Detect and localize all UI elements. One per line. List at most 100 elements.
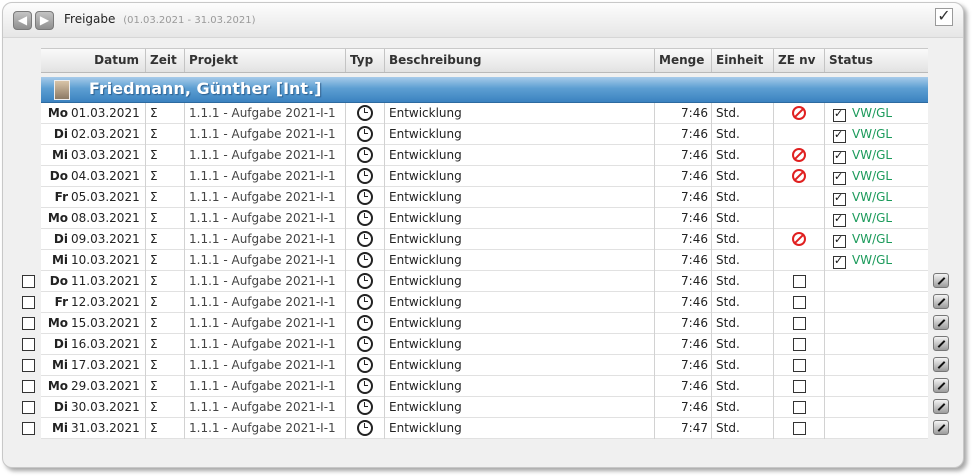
row-select-checkbox[interactable] <box>22 401 35 414</box>
col-status[interactable]: Status <box>824 49 928 72</box>
unit-cell: Std. <box>716 274 740 288</box>
employee-name: Friedmann, Günther [Int.] <box>89 79 322 98</box>
row-select-checkbox[interactable] <box>22 275 35 288</box>
ze-nv-checkbox[interactable] <box>793 380 806 393</box>
arrow-right-icon[interactable]: ▶ <box>35 11 54 30</box>
ze-nv-checkbox[interactable] <box>793 317 806 330</box>
sum-icon[interactable]: Σ <box>150 208 158 229</box>
column-divider <box>145 292 146 313</box>
column-divider <box>184 334 185 355</box>
sum-icon[interactable]: Σ <box>150 229 158 250</box>
column-divider <box>711 229 712 250</box>
sum-icon[interactable]: Σ <box>150 355 158 376</box>
table-row[interactable]: Mi 31.03.2021 Σ 1.1.1 - Aufgabe 2021-I-1 Ent… <box>3 418 963 439</box>
col-ze-nv[interactable]: ZE nv <box>773 49 824 72</box>
unit-cell: Std. <box>716 148 740 162</box>
col-menge[interactable]: Menge <box>654 49 711 72</box>
sum-icon[interactable]: Σ <box>150 145 158 166</box>
row-select-checkbox[interactable] <box>22 359 35 372</box>
col-projekt[interactable]: Projekt <box>184 49 345 72</box>
table-row[interactable]: Fr 12.03.2021 Σ 1.1.1 - Aufgabe 2021-I-1 Ent… <box>3 292 963 313</box>
clock-icon <box>357 126 373 142</box>
table-row[interactable]: Do 11.03.2021 Σ 1.1.1 - Aufgabe 2021-I-1 Ent… <box>3 271 963 292</box>
edit-icon[interactable] <box>933 294 949 309</box>
col-beschreibung[interactable]: Beschreibung <box>384 49 654 72</box>
status-label: VW/GL <box>852 148 893 162</box>
ze-nv-checkbox[interactable] <box>793 296 806 309</box>
table-row[interactable]: Di 16.03.2021 Σ 1.1.1 - Aufgabe 2021-I-1 Ent… <box>3 334 963 355</box>
status-checkbox[interactable] <box>833 212 846 227</box>
status-checkbox[interactable] <box>833 254 846 269</box>
table-row[interactable]: Do 04.03.2021 Σ 1.1.1 - Aufgabe 2021-I-1 Ent… <box>3 166 963 187</box>
table-row[interactable]: Di 02.03.2021 Σ 1.1.1 - Aufgabe 2021-I-1 Ent… <box>3 124 963 145</box>
table-row[interactable]: Mo 01.03.2021 Σ 1.1.1 - Aufgabe 2021-I-1 Ent… <box>3 103 963 124</box>
column-divider <box>345 418 346 439</box>
table-row[interactable]: Mo 29.03.2021 Σ 1.1.1 - Aufgabe 2021-I-1 Ent… <box>3 376 963 397</box>
edit-icon[interactable] <box>933 336 949 351</box>
row-select-checkbox[interactable] <box>22 296 35 309</box>
column-divider <box>184 124 185 145</box>
sum-icon[interactable]: Σ <box>150 166 158 187</box>
column-divider <box>345 229 346 250</box>
table-row[interactable]: Mi 03.03.2021 Σ 1.1.1 - Aufgabe 2021-I-1 Ent… <box>3 145 963 166</box>
column-divider <box>654 166 655 187</box>
row-select-checkbox[interactable] <box>22 317 35 330</box>
edit-icon[interactable] <box>933 273 949 288</box>
table-row[interactable]: Mi 17.03.2021 Σ 1.1.1 - Aufgabe 2021-I-1 Ent… <box>3 355 963 376</box>
table-row[interactable]: Mi 10.03.2021 Σ 1.1.1 - Aufgabe 2021-I-1 Ent… <box>3 250 963 271</box>
sum-icon[interactable]: Σ <box>150 292 158 313</box>
employee-group-header[interactable]: Friedmann, Günther [Int.] <box>41 77 928 103</box>
column-divider <box>184 313 185 334</box>
table-row[interactable]: Di 30.03.2021 Σ 1.1.1 - Aufgabe 2021-I-1 Ent… <box>3 397 963 418</box>
arrow-left-icon[interactable]: ◀ <box>13 11 32 30</box>
sum-icon[interactable]: Σ <box>150 334 158 355</box>
status-checkbox[interactable] <box>833 191 846 206</box>
sum-icon[interactable]: Σ <box>150 187 158 208</box>
ze-nv-checkbox[interactable] <box>793 275 806 288</box>
sum-icon[interactable]: Σ <box>150 376 158 397</box>
column-divider <box>345 103 346 124</box>
table-row[interactable]: Mo 08.03.2021 Σ 1.1.1 - Aufgabe 2021-I-1 Ent… <box>3 208 963 229</box>
col-datum[interactable]: Datum <box>41 49 145 72</box>
edit-icon[interactable] <box>933 378 949 393</box>
column-divider <box>384 250 385 271</box>
status-checkbox[interactable] <box>833 170 846 185</box>
row-select-checkbox[interactable] <box>22 380 35 393</box>
table-row[interactable]: Di 09.03.2021 Σ 1.1.1 - Aufgabe 2021-I-1 Ent… <box>3 229 963 250</box>
edit-icon[interactable] <box>933 420 949 435</box>
ze-nv-checkbox[interactable] <box>793 359 806 372</box>
sum-icon[interactable]: Σ <box>150 124 158 145</box>
column-divider <box>711 145 712 166</box>
ze-nv-checkbox[interactable] <box>793 338 806 351</box>
sum-icon[interactable]: Σ <box>150 103 158 124</box>
row-select-checkbox[interactable] <box>22 338 35 351</box>
table-row[interactable]: Mo 15.03.2021 Σ 1.1.1 - Aufgabe 2021-I-1 Ent… <box>3 313 963 334</box>
sum-icon[interactable]: Σ <box>150 418 158 439</box>
col-zeit[interactable]: Zeit <box>145 49 184 72</box>
approve-all-checkbox[interactable]: ✓ <box>935 8 953 26</box>
sum-icon[interactable]: Σ <box>150 397 158 418</box>
edit-icon[interactable] <box>933 399 949 414</box>
status-checkbox[interactable] <box>833 128 846 143</box>
status-checkbox[interactable] <box>833 107 846 122</box>
sum-icon[interactable]: Σ <box>150 313 158 334</box>
status-checkbox[interactable] <box>833 233 846 248</box>
ze-nv-checkbox[interactable] <box>793 422 806 435</box>
status-checkbox[interactable] <box>833 149 846 164</box>
col-typ[interactable]: Typ <box>345 49 384 72</box>
sum-icon[interactable]: Σ <box>150 250 158 271</box>
column-divider <box>345 292 346 313</box>
day-of-week: Mo <box>47 316 68 330</box>
column-divider <box>654 229 655 250</box>
sum-icon[interactable]: Σ <box>150 271 158 292</box>
col-einheit[interactable]: Einheit <box>711 49 773 72</box>
project-cell: 1.1.1 - Aufgabe 2021-I-1 <box>189 253 336 267</box>
row-select-checkbox[interactable] <box>22 422 35 435</box>
column-divider <box>345 376 346 397</box>
column-divider <box>654 250 655 271</box>
table-row[interactable]: Fr 05.03.2021 Σ 1.1.1 - Aufgabe 2021-I-1 Ent… <box>3 187 963 208</box>
ze-nv-checkbox[interactable] <box>793 401 806 414</box>
edit-icon[interactable] <box>933 357 949 372</box>
edit-icon[interactable] <box>933 315 949 330</box>
description-cell: Entwicklung <box>389 169 462 183</box>
